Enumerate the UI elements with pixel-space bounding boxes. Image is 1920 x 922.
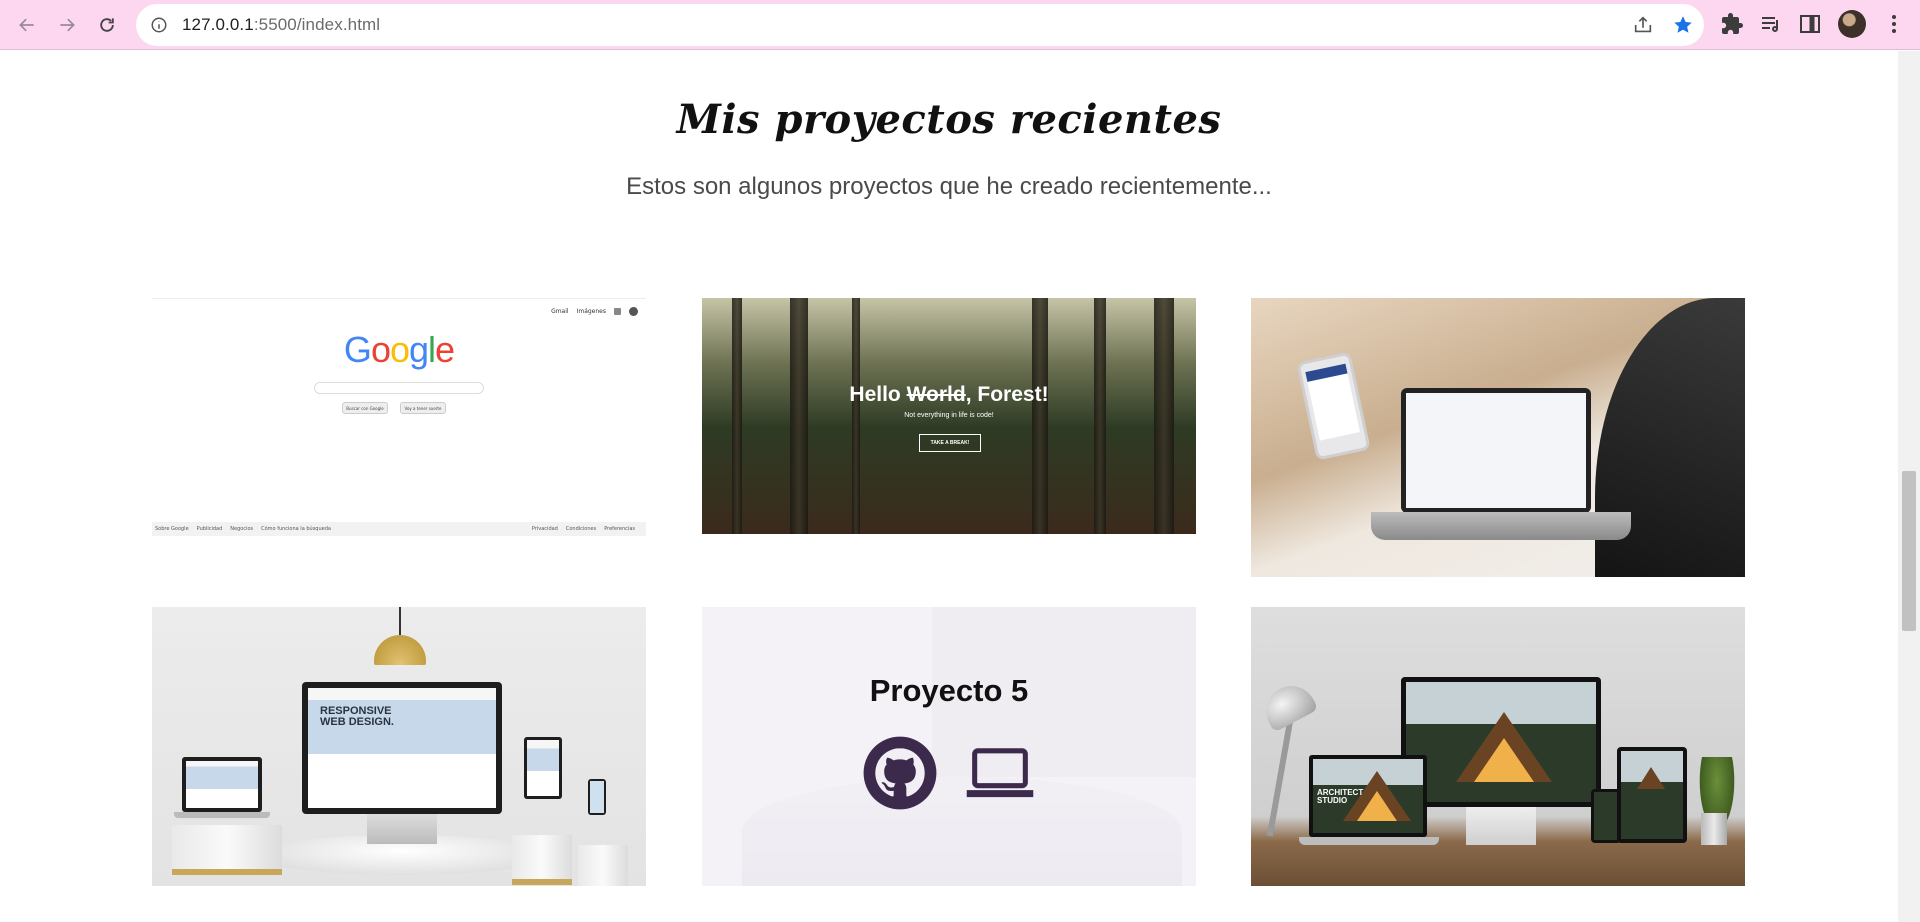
google-search-box [314,382,484,394]
project-card-google-clone[interactable]: Gmail Imágenes Google Buscar con Google … [152,298,646,536]
project-card-architect-studio[interactable]: ARCHITECT STUDIO [1251,607,1745,886]
reload-icon [100,18,114,32]
footer-link: Sobre Google [155,526,189,532]
responsive-mock-text: RESPONSIVE WEB DESIGN. [320,705,394,728]
marble-block [172,825,282,875]
laptop-image [1401,388,1591,513]
url-path: :5500/index.html [253,15,381,34]
tablet-image [524,737,562,799]
scrollbar-thumb[interactable] [1902,471,1916,631]
section-title: Mis proyectos recientes [676,96,1222,143]
footer-link: Cómo funciona la búsqueda [261,526,331,532]
project-card-proyecto-5[interactable]: Proyecto 5 [702,607,1196,886]
google-avatar [629,307,638,316]
address-bar[interactable]: 127.0.0.1:5500/index.html [136,4,1704,46]
desk-lamp-head [1257,677,1319,733]
forest-struck-word: World [906,383,966,406]
forest-break-button: TAKE A BREAK! [919,434,981,452]
page-viewport: Mis proyectos recientes Estos son alguno… [0,51,1898,922]
project-5-title: Proyecto 5 [869,673,1029,708]
back-button[interactable] [10,8,44,42]
section-subtitle: Estos son algunos proyectos que he cread… [626,173,1272,200]
footer-link: Privacidad [531,526,558,532]
arrow-left-icon [19,18,34,32]
phone-image [588,779,606,815]
marble-block [512,835,572,885]
forest-hello: Hello [849,383,907,406]
apps-grid-icon [614,308,621,315]
monitor-image [302,682,502,814]
media-queue-icon[interactable] [1759,12,1783,36]
side-panel-icon[interactable] [1798,12,1822,36]
project-card-hello-forest[interactable]: Hello World, Forest! Not everything in l… [702,298,1196,534]
plant-pot [1701,813,1727,845]
page-scrollbar[interactable] [1898,51,1920,922]
github-icon[interactable] [862,735,938,811]
tablet-image [1617,747,1687,843]
monitor-image [1401,677,1601,807]
google-top-links: Gmail Imágenes [551,307,638,316]
url-text: 127.0.0.1:5500/index.html [182,15,380,35]
forest-subtitle: Not everything in life is code! [904,412,994,419]
monitor-stand [1466,807,1536,845]
laptop-image [182,757,262,812]
url-host: 127.0.0.1 [182,15,254,34]
google-search-button: Buscar con Google [342,402,388,414]
kebab-menu-icon[interactable] [1882,12,1906,36]
laptop-image: ARCHITECT STUDIO [1309,755,1427,837]
google-logo: Google [343,329,455,370]
laptop-keyboard [1371,512,1631,540]
footer-link: Condiciones [565,526,597,532]
google-gmail-link: Gmail [551,308,569,315]
browser-toolbar: 127.0.0.1:5500/index.html [0,0,1920,50]
forest-rest: , Forest! [965,383,1049,406]
footer-link: Negocios [230,526,254,532]
laptop-base [174,812,270,818]
phone-image [1296,351,1371,461]
google-lucky-button: Voy a tener suerte [400,402,446,414]
bookmark-star-icon[interactable] [1672,14,1694,36]
footer-link: Publicidad [196,526,223,532]
profile-avatar[interactable] [1838,10,1866,38]
footer-link: Preferencias [604,526,635,532]
architect-laptop-label: ARCHITECT STUDIO [1317,788,1364,805]
arrow-right-icon [60,18,75,32]
card-overlay [702,607,1196,886]
google-images-link: Imágenes [576,308,606,315]
forest-heading: Hello World, Forest! [702,383,1196,407]
laptop-base [1299,837,1439,845]
reload-button[interactable] [90,8,124,42]
marble-block [578,845,628,886]
laptop-icon[interactable] [962,735,1038,811]
pendant-lamp [374,635,426,665]
extensions-icon[interactable] [1720,12,1744,36]
forward-button[interactable] [50,8,84,42]
monitor-stand [367,814,437,844]
google-footer: Sobre Google Publicidad Negocios Cómo fu… [152,522,646,536]
info-icon [151,17,167,33]
project-card-laptop-photo[interactable] [1251,298,1745,577]
project-card-responsive-design[interactable]: RESPONSIVE WEB DESIGN. [152,607,646,886]
share-icon[interactable] [1632,14,1654,36]
